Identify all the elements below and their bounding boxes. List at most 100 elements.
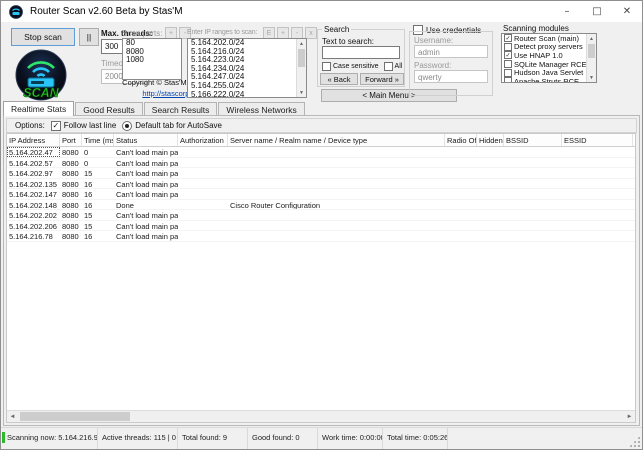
- table-cell: [504, 231, 562, 241]
- scan-ports-list[interactable]: 8080801080: [122, 38, 182, 80]
- options-bar: Options: ✓ Follow last line Default tab …: [6, 118, 637, 133]
- back-button[interactable]: « Back: [320, 73, 358, 85]
- column-header[interactable]: Server name / Realm name / Device type: [228, 134, 445, 146]
- results-table: IP AddressPortTime (ms)StatusAuthorizati…: [6, 133, 636, 423]
- resize-grip[interactable]: [629, 436, 640, 447]
- table-cell: 0: [82, 147, 114, 157]
- table-row[interactable]: 5.164.216.78808016Can't load main page: [7, 231, 635, 242]
- column-header[interactable]: Hidden: [477, 134, 504, 146]
- table-cell: [504, 200, 562, 210]
- horizontal-scrollbar[interactable]: ◄ ►: [7, 410, 635, 422]
- column-header[interactable]: Port: [60, 134, 82, 146]
- scanning-modules-list[interactable]: ✓Router Scan (main)Detect proxy servers✓…: [501, 33, 597, 83]
- modules-list-scrollbar[interactable]: ▲ ▼: [586, 34, 596, 82]
- autosave-radio[interactable]: [122, 121, 132, 131]
- table-cell: [228, 158, 445, 168]
- close-button[interactable]: ✕: [612, 1, 642, 22]
- table-cell: [504, 147, 562, 157]
- table-row[interactable]: 5.164.202.135808016Can't load main page: [7, 179, 635, 190]
- tab-strip: Realtime StatsGood ResultsSearch Results…: [3, 101, 306, 116]
- tab-good-results[interactable]: Good Results: [75, 102, 143, 116]
- scroll-down-icon[interactable]: ▼: [297, 88, 306, 97]
- table-row[interactable]: 5.164.202.202808015Can't load main page: [7, 210, 635, 221]
- scroll-left-icon[interactable]: ◄: [7, 411, 18, 422]
- module-item[interactable]: SQLite Manager RCE: [502, 60, 586, 69]
- module-item[interactable]: ✓Router Scan (main): [502, 34, 586, 43]
- module-checkbox[interactable]: [504, 60, 512, 68]
- module-checkbox[interactable]: [504, 69, 512, 77]
- column-header[interactable]: Status: [114, 134, 178, 146]
- module-item[interactable]: Detect proxy servers: [502, 43, 586, 52]
- table-cell: Can't load main page: [114, 221, 178, 231]
- table-row[interactable]: 5.164.202.148808016DoneCisco Router Conf…: [7, 200, 635, 211]
- module-checkbox[interactable]: ✓: [504, 34, 512, 42]
- case-sensitive-checkbox[interactable]: [322, 62, 331, 71]
- maximize-button[interactable]: □: [582, 1, 612, 22]
- tab-realtime-stats[interactable]: Realtime Stats: [3, 101, 74, 116]
- table-row[interactable]: 5.164.202.4780800Can't load main page: [7, 147, 635, 158]
- statusbar-section: Active threads: 115 | 0: [98, 428, 178, 449]
- table-cell: 8080: [60, 179, 82, 189]
- ip-ranges-list[interactable]: 5.164.202.0/245.164.216.0/245.164.223.0/…: [187, 38, 307, 98]
- module-checkbox[interactable]: ✓: [504, 51, 512, 59]
- table-cell: [477, 158, 504, 168]
- module-item[interactable]: Hudson Java Servlet: [502, 68, 586, 77]
- scroll-down-icon[interactable]: ▼: [587, 73, 596, 82]
- scrollbar-thumb[interactable]: [588, 44, 595, 58]
- table-cell: 5.164.202.147: [7, 189, 60, 199]
- scan-activity-indicator: [2, 432, 5, 443]
- forward-button[interactable]: Forward »: [360, 73, 404, 85]
- scrollbar-thumb[interactable]: [20, 412, 130, 421]
- table-row[interactable]: 5.164.202.5780800Can't load main page: [7, 158, 635, 169]
- username-field[interactable]: admin: [414, 45, 488, 58]
- password-field[interactable]: qwerty: [414, 70, 488, 83]
- table-cell: [445, 231, 477, 241]
- ip-list-scrollbar[interactable]: ▲ ▼: [296, 39, 306, 97]
- follow-last-line-checkbox[interactable]: ✓: [51, 121, 61, 131]
- column-header[interactable]: ESSID: [562, 134, 633, 146]
- table-cell: [445, 179, 477, 189]
- port-item[interactable]: 1080: [123, 56, 181, 65]
- statusbar-section: Scanning now: 5.164.216.97: [3, 428, 98, 449]
- column-header[interactable]: IP Address: [7, 134, 60, 146]
- column-header[interactable]: Radio Off: [445, 134, 477, 146]
- scrollbar-thumb[interactable]: [298, 49, 305, 67]
- scan-ports-label: Scan ports:: [122, 29, 162, 38]
- stop-scan-button[interactable]: Stop scan: [11, 28, 75, 46]
- table-cell: [562, 231, 633, 241]
- column-header[interactable]: Authorization: [178, 134, 228, 146]
- table-cell: [477, 221, 504, 231]
- password-label: Password:: [414, 61, 451, 70]
- module-checkbox[interactable]: [504, 43, 512, 51]
- table-cell: [504, 179, 562, 189]
- table-cell: [562, 158, 633, 168]
- table-cell: [445, 210, 477, 220]
- all-checkbox[interactable]: [384, 62, 393, 71]
- module-item[interactable]: Apache Struts RCE: [502, 77, 586, 83]
- column-header[interactable]: Time (ms): [82, 134, 114, 146]
- tab-wireless-networks[interactable]: Wireless Networks: [218, 102, 304, 116]
- scanning-modules-label: Scanning modules: [503, 24, 569, 33]
- table-row[interactable]: 5.164.202.206808015Can't load main page: [7, 221, 635, 232]
- module-item[interactable]: ✓Use HNAP 1.0: [502, 51, 586, 60]
- table-cell: [178, 168, 228, 178]
- table-cell: [504, 210, 562, 220]
- search-input[interactable]: [322, 46, 400, 59]
- column-header[interactable]: BSSID: [504, 134, 562, 146]
- table-row[interactable]: 5.164.202.147808016Can't load main page: [7, 189, 635, 200]
- case-sensitive-label: Case sensitive: [333, 63, 379, 70]
- scroll-up-icon[interactable]: ▲: [587, 34, 596, 43]
- table-cell: [228, 147, 445, 157]
- table-cell: 8080: [60, 158, 82, 168]
- table-cell: Can't load main page: [114, 168, 178, 178]
- pause-button[interactable]: ||: [79, 28, 99, 46]
- minimize-button[interactable]: –: [552, 1, 582, 22]
- scroll-right-icon[interactable]: ►: [624, 411, 635, 422]
- module-checkbox[interactable]: [504, 77, 512, 83]
- table-row[interactable]: 5.164.202.97808015Can't load main page: [7, 168, 635, 179]
- ip-range-item[interactable]: 5.166.222.0/24: [188, 91, 296, 98]
- tab-search-results[interactable]: Search Results: [144, 102, 218, 116]
- table-cell: [477, 231, 504, 241]
- table-cell: 8080: [60, 189, 82, 199]
- scroll-up-icon[interactable]: ▲: [297, 39, 306, 48]
